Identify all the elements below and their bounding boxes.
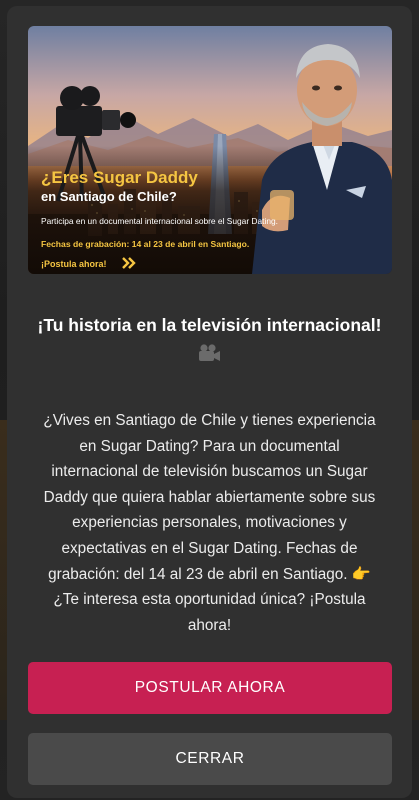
businessman-illustration: [252, 44, 392, 274]
banner-dates: Fechas de grabación: 14 al 23 de abril e…: [41, 239, 250, 249]
double-chevron-right-icon: [122, 257, 136, 269]
banner-headline: ¿Eres Sugar Daddy: [41, 168, 198, 187]
apply-now-button[interactable]: POSTULAR AHORA: [28, 662, 392, 714]
modal-body-text: ¿Vives en Santiago de Chile y tienes exp…: [43, 412, 376, 634]
banner-subline: Participa en un documental internacional…: [41, 216, 278, 226]
movie-camera-icon: [199, 344, 220, 361]
modal-title: ¡Tu historia en la televisión internacio…: [37, 315, 382, 335]
banner-cta: ¡Postula ahora!: [41, 259, 107, 269]
promo-banner-image: ¿Eres Sugar Daddy en Santiago de Chile? …: [28, 26, 392, 274]
promo-modal: ¿Eres Sugar Daddy en Santiago de Chile? …: [7, 6, 412, 798]
banner-headline-line2: en Santiago de Chile?: [41, 189, 177, 204]
close-button[interactable]: CERRAR: [28, 733, 392, 785]
